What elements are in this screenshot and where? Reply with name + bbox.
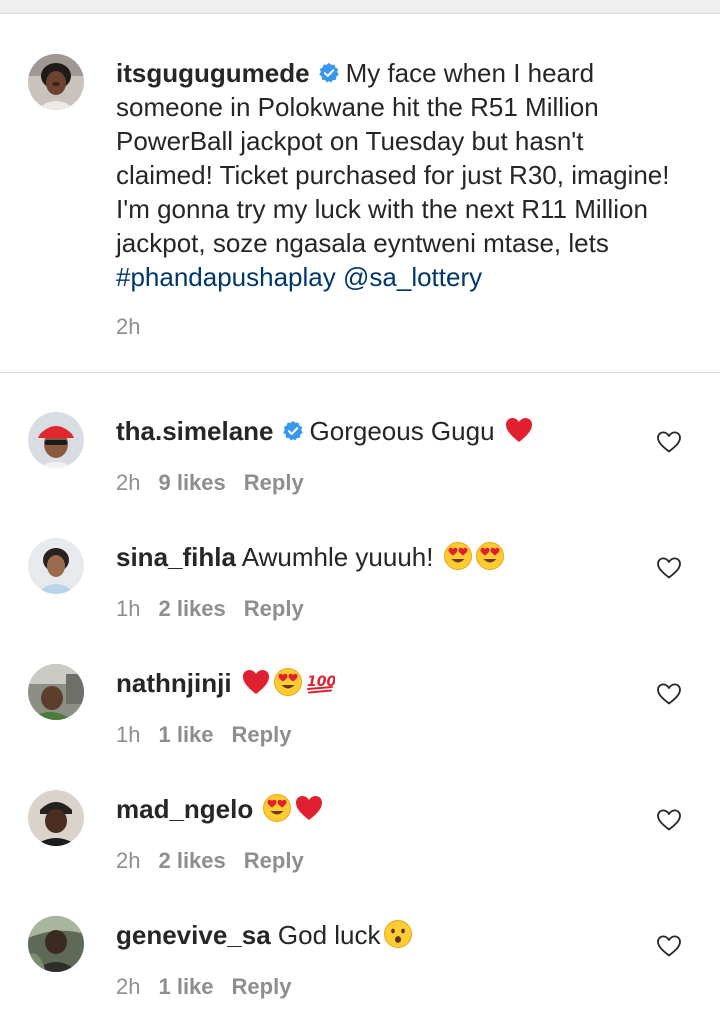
like-heart-icon[interactable] <box>656 934 682 958</box>
comment-meta: 2h 2 likes Reply <box>116 848 304 874</box>
heart-eyes-icon <box>475 541 505 571</box>
verified-badge-icon <box>282 420 304 442</box>
comment-item: sina_fihla Awumhle yuuuh! 1h 2 likes Reply <box>0 498 720 624</box>
avatar[interactable] <box>28 412 84 468</box>
avatar[interactable] <box>28 664 84 720</box>
comment-meta: 2h 1 like Reply <box>116 974 291 1000</box>
comment-meta: 2h 9 likes Reply <box>116 470 304 496</box>
likes-count[interactable]: 2 likes <box>158 848 225 873</box>
comment-timestamp: 2h <box>116 470 141 495</box>
caption-timestamp: 2h <box>116 314 141 339</box>
likes-count[interactable]: 2 likes <box>158 596 225 621</box>
reply-button[interactable]: Reply <box>244 848 304 873</box>
comment-meta: 1h 1 like Reply <box>116 722 291 748</box>
comment-timestamp: 1h <box>116 596 141 621</box>
caption-text: itsgugugumede My face when I heard someon… <box>116 56 676 294</box>
reply-button[interactable]: Reply <box>244 596 304 621</box>
comment-item: tha.simelane Gorgeous Gugu 2h 9 likes Reply <box>0 372 720 498</box>
comment-username[interactable]: nathnjinji <box>116 668 232 698</box>
avatar[interactable] <box>28 790 84 846</box>
likes-count[interactable]: 1 like <box>158 722 213 747</box>
comment-text: genevive_sa God luck <box>116 918 413 952</box>
heart-eyes-icon <box>273 667 303 697</box>
comment-username[interactable]: tha.simelane <box>116 416 274 446</box>
comment-timestamp: 2h <box>116 974 141 999</box>
likes-count[interactable]: 1 like <box>158 974 213 999</box>
hundred-points-icon: 100 <box>305 667 335 697</box>
comment-text: nathnjinji 100 <box>116 666 335 700</box>
avatar[interactable] <box>28 54 84 110</box>
reply-button[interactable]: Reply <box>232 974 292 999</box>
mention-link[interactable]: @sa_lottery <box>343 262 482 292</box>
verified-badge-icon <box>318 62 340 84</box>
comment-timestamp: 2h <box>116 848 141 873</box>
comment-text: mad_ngelo <box>116 792 324 826</box>
comment-body: Gorgeous Gugu <box>309 416 495 446</box>
comment-item: mad_ngelo 2h 2 likes Reply <box>0 750 720 876</box>
red-heart-icon <box>241 667 271 697</box>
reply-button[interactable]: Reply <box>244 470 304 495</box>
like-heart-icon[interactable] <box>656 556 682 580</box>
red-heart-icon <box>294 793 324 823</box>
comment-item: nathnjinji 100 1h 1 like Reply <box>0 624 720 750</box>
comment-username[interactable]: sina_fihla <box>116 542 236 572</box>
reply-button[interactable]: Reply <box>232 722 292 747</box>
heart-eyes-icon <box>443 541 473 571</box>
comment-text: sina_fihla Awumhle yuuuh! <box>116 540 505 574</box>
like-heart-icon[interactable] <box>656 430 682 454</box>
red-heart-icon <box>504 415 534 445</box>
caption-body: My face when I heard someone in Polokwan… <box>116 58 670 258</box>
like-heart-icon[interactable] <box>656 682 682 706</box>
caption-username[interactable]: itsgugugumede <box>116 58 310 88</box>
comment-item: genevive_sa God luck 2h 1 like Reply <box>0 876 720 1002</box>
hushed-face-icon <box>383 919 413 949</box>
comment-meta: 1h 2 likes Reply <box>116 596 304 622</box>
avatar[interactable] <box>28 538 84 594</box>
heart-eyes-icon <box>262 793 292 823</box>
comment-text: tha.simelane Gorgeous Gugu <box>116 414 534 448</box>
comment-username[interactable]: mad_ngelo <box>116 794 253 824</box>
hashtag-link[interactable]: #phandapushaplay <box>116 262 336 292</box>
status-strip <box>0 0 720 14</box>
post-caption: itsgugugumede My face when I heard someon… <box>0 14 720 372</box>
like-heart-icon[interactable] <box>656 808 682 832</box>
avatar[interactable] <box>28 916 84 972</box>
comment-body: God luck <box>277 920 381 950</box>
comment-body: Awumhle yuuuh! <box>241 542 434 572</box>
likes-count[interactable]: 9 likes <box>158 470 225 495</box>
comment-username[interactable]: genevive_sa <box>116 920 271 950</box>
comment-timestamp: 1h <box>116 722 141 747</box>
